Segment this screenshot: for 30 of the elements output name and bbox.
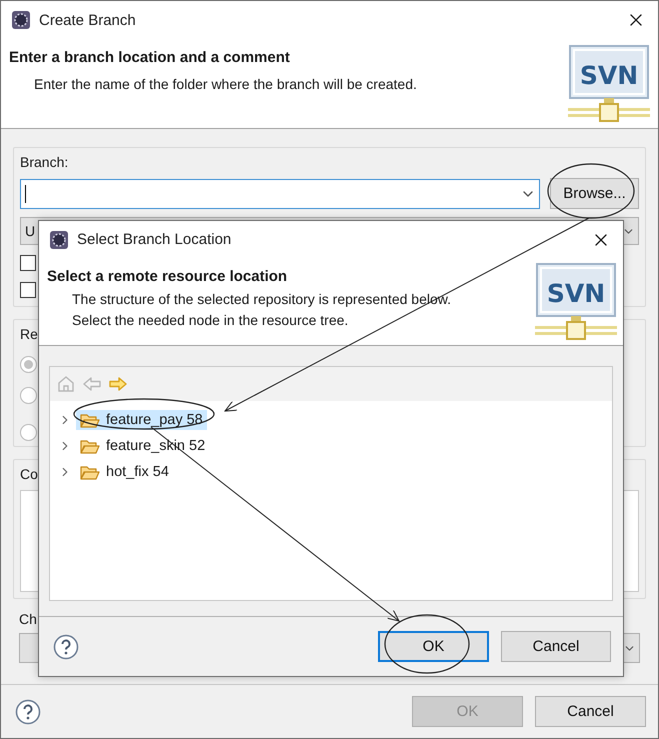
window-title: Create Branch (39, 12, 137, 28)
help-icon[interactable] (53, 634, 79, 660)
header-title: Enter a branch location and a comment (9, 49, 291, 66)
group-label: Re (20, 326, 38, 342)
checkbox[interactable] (20, 254, 36, 271)
dialog-header-title: Select a remote resource location (47, 268, 288, 285)
branch-label: Branch: (20, 154, 68, 170)
branch-combo[interactable] (20, 178, 540, 208)
field-label: Ch (19, 611, 37, 627)
cancel-button[interactable]: Cancel (535, 696, 646, 727)
dialog-title: Select Branch Location (77, 231, 232, 248)
app-icon (49, 230, 69, 250)
svn-logo: SVN (566, 42, 652, 124)
app-icon (11, 10, 31, 30)
folder-icon (80, 412, 100, 428)
checkbox[interactable] (20, 282, 36, 298)
svn-logo: SVN (533, 260, 619, 342)
group-label: Co (20, 466, 38, 482)
radio-button[interactable] (20, 356, 37, 373)
radio-button[interactable] (20, 424, 37, 441)
folder-icon (80, 464, 100, 480)
help-icon[interactable] (15, 698, 41, 724)
combo-text: U (25, 223, 36, 239)
cancel-button[interactable]: Cancel (501, 631, 611, 662)
browse-button[interactable]: Browse... (550, 178, 639, 209)
tree-node[interactable]: hot_fix 54 (76, 462, 173, 482)
header-description: Enter the name of the folder where the branch will be created. (33, 75, 417, 94)
folder-icon (80, 438, 100, 454)
radio-button[interactable] (20, 387, 37, 404)
ok-button[interactable]: OK (378, 631, 489, 662)
